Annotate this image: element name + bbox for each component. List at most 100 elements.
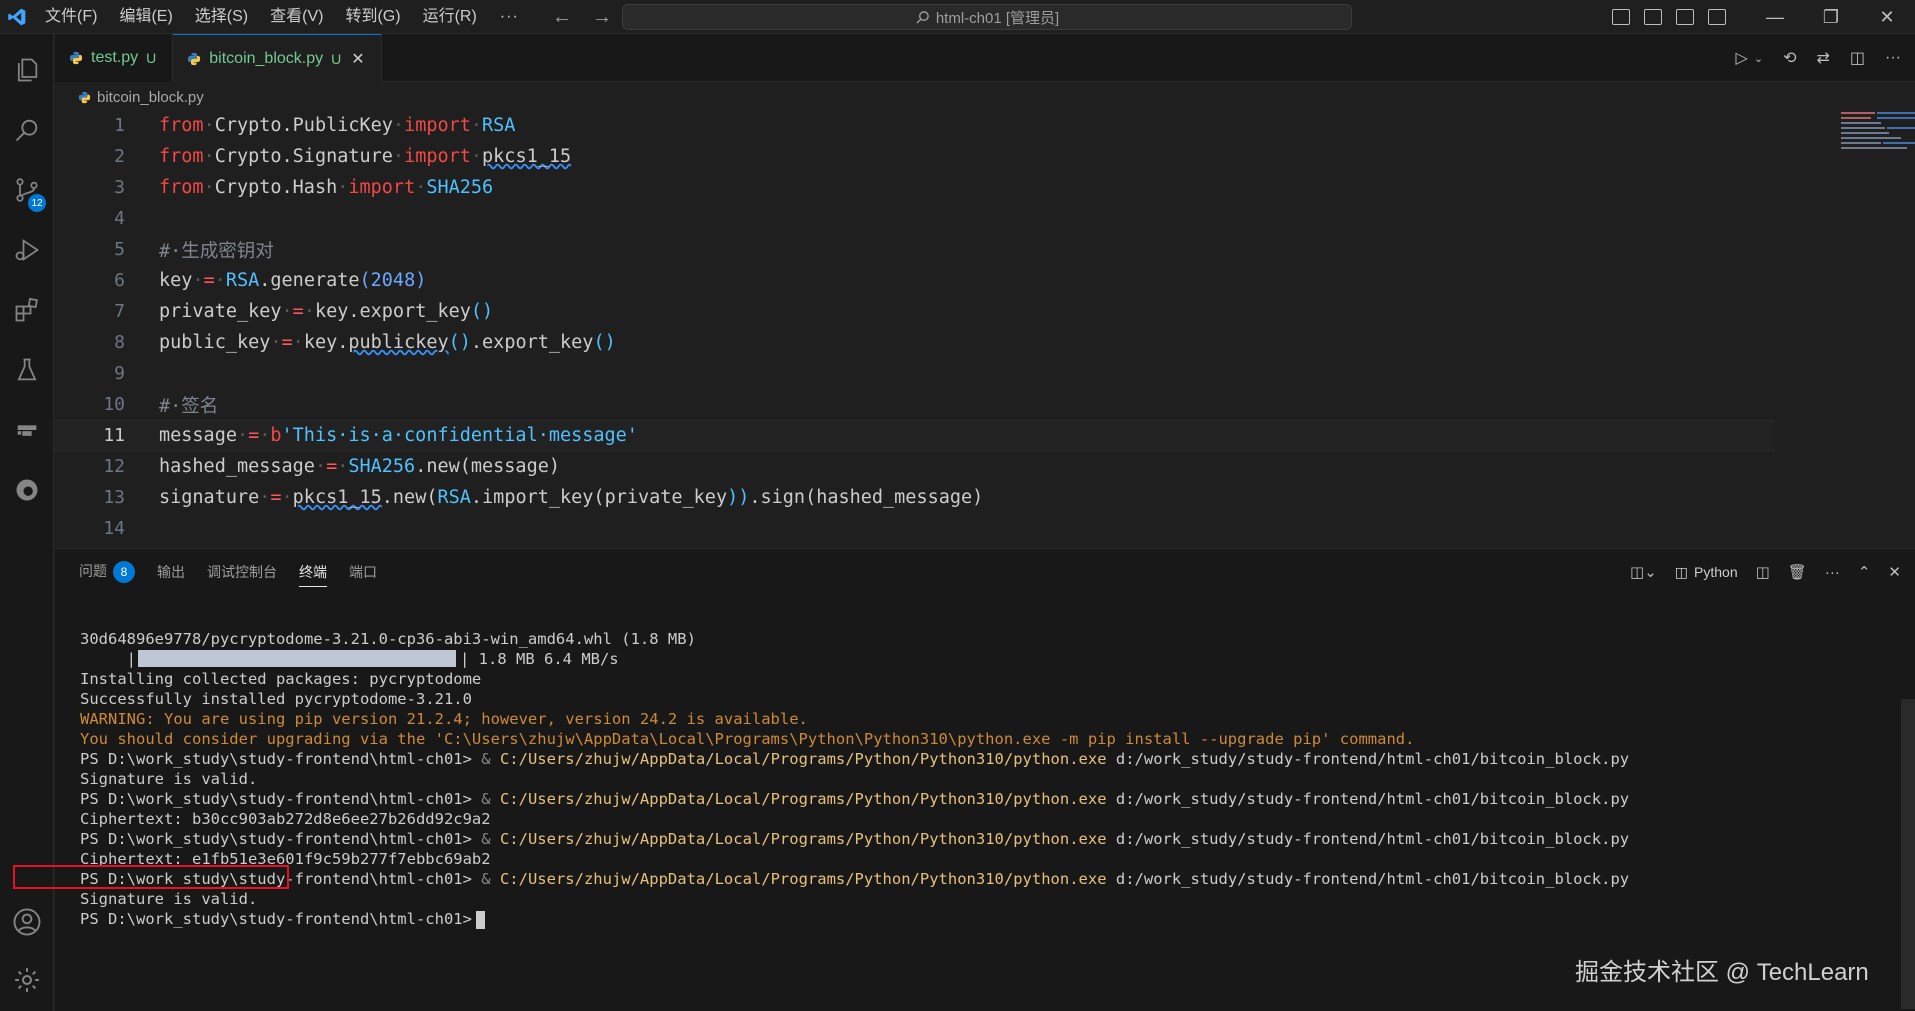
bottom-panel: 问题 8 输出 调试控制台 终端 端口 ◫⌄ ◫ Python ◫ 🗑 ··· ⌃ … xyxy=(55,548,1915,1011)
terminal-cursor xyxy=(475,910,485,929)
download-progress-bar xyxy=(138,649,456,667)
terminal-line: Ciphertext: e1fb51e3e601f9c59b277f7ebbc6… xyxy=(80,850,491,868)
search-icon xyxy=(916,10,929,24)
tab-problems[interactable]: 问题 8 xyxy=(79,561,135,583)
maximize-panel-chevron-up-icon[interactable]: ⌃ xyxy=(1858,563,1871,581)
terminal-command-line: PS D:\work_study\study-frontend\html-ch0… xyxy=(80,870,1630,888)
tab-label: 问题 xyxy=(79,563,107,579)
command-center-search[interactable]: html-ch01 [管理员] xyxy=(622,4,1352,30)
customize-layout-icon[interactable] xyxy=(1708,9,1726,25)
toggle-primary-sidebar-icon[interactable] xyxy=(1612,9,1630,25)
line-number: 14 xyxy=(103,518,125,539)
kill-terminal-trash-icon[interactable]: 🗑 xyxy=(1788,563,1807,581)
code-line: 2 from·Crypto.Signature·import·pkcs1_15 xyxy=(55,141,1775,172)
code-editor[interactable]: 1 from·Crypto.PublicKey·import·RSA 2 from·… xyxy=(55,110,1915,546)
extensions-icon[interactable] xyxy=(0,284,54,336)
terminal-output[interactable]: 30d64896e9778/pycryptodome-3.21.0-cp36-a… xyxy=(80,609,1900,969)
menu-more-button[interactable]: ··· xyxy=(488,8,531,26)
menu-run[interactable]: 运行(R) xyxy=(412,0,488,34)
timeline-history-icon[interactable]: ⟲ xyxy=(1783,48,1796,68)
run-dropdown-chevron-icon[interactable]: ⌄ xyxy=(1754,52,1763,65)
toggle-secondary-sidebar-icon[interactable] xyxy=(1676,9,1694,25)
terminal-line: | | 1.8 MB 6.4 MB/s xyxy=(80,649,619,668)
run-python-file-icon[interactable]: ▷ xyxy=(1736,48,1748,68)
source-control-badge: 12 xyxy=(28,194,46,212)
terminal-line-highlighted: Signature is valid. xyxy=(80,890,258,908)
code-line: 3 from·Crypto.Hash·import·SHA256 xyxy=(55,172,1775,203)
source-control-icon[interactable]: 12 xyxy=(0,164,54,216)
search-icon[interactable] xyxy=(0,104,54,156)
code-line: 8 public_key·=·key.publickey().export_key… xyxy=(55,327,1775,358)
terminal-warning-line: You should consider upgrading via the 'C… xyxy=(80,730,1415,748)
tab-label: bitcoin_block.py xyxy=(209,50,324,67)
more-actions-icon[interactable]: ··· xyxy=(1825,564,1840,581)
terminal-panel-icon: ◫ xyxy=(1674,563,1689,580)
line-number: 12 xyxy=(103,456,125,477)
split-terminal-icon[interactable]: ◫ xyxy=(1756,563,1770,581)
testing-flask-icon[interactable] xyxy=(0,344,54,396)
menu-bar: 文件(F) 编辑(E) 选择(S) 查看(V) 转到(G) 运行(R) ··· xyxy=(34,0,531,34)
line-number: 7 xyxy=(114,301,125,322)
menu-file[interactable]: 文件(F) xyxy=(34,0,108,34)
terminal-warning-line: WARNING: You are using pip version 21.2.… xyxy=(80,710,808,728)
panel-tab-list: 问题 8 输出 调试控制台 终端 端口 xyxy=(79,549,377,595)
editor-tab-bar: test.py U bitcoin_block.py U ✕ ▷ ⌄ ⟲ ⇄ ◫… xyxy=(55,34,1915,83)
untracked-status: U xyxy=(331,51,342,67)
minimap[interactable] xyxy=(1841,110,1915,170)
run-debug-icon[interactable] xyxy=(0,224,54,276)
code-line: 4 xyxy=(55,203,1775,234)
menu-selection[interactable]: 选择(S) xyxy=(184,0,259,34)
menu-view[interactable]: 查看(V) xyxy=(259,0,334,34)
forward-arrow-icon[interactable]: → xyxy=(588,6,616,29)
line-number: 8 xyxy=(114,332,125,353)
new-terminal-split-icon[interactable]: ◫⌄ xyxy=(1630,563,1657,581)
tab-terminal[interactable]: 终端 xyxy=(299,562,327,587)
terminal-line: Ciphertext: b30cc903ab272d8e6ee27b26dd92… xyxy=(80,810,491,828)
terminal-line: Installing collected packages: pycryptod… xyxy=(80,670,482,688)
remote-explorer-icon[interactable] xyxy=(0,404,54,456)
tab-output[interactable]: 输出 xyxy=(157,562,185,582)
untracked-status: U xyxy=(146,50,157,66)
menu-edit[interactable]: 编辑(E) xyxy=(108,0,183,34)
breadcrumb-file[interactable]: bitcoin_block.py xyxy=(97,89,204,106)
tab-test-py[interactable]: test.py U xyxy=(55,34,174,82)
title-bar: 文件(F) 编辑(E) 选择(S) 查看(V) 转到(G) 运行(R) ··· … xyxy=(0,0,1915,34)
accounts-icon[interactable] xyxy=(0,896,54,948)
highlight-annotation-box xyxy=(13,865,289,889)
menu-go[interactable]: 转到(G) xyxy=(334,0,411,34)
command-center-label: html-ch01 [管理员] xyxy=(935,9,1060,27)
back-arrow-icon[interactable]: ← xyxy=(548,6,576,29)
terminal-profile[interactable]: ◫ Python xyxy=(1675,564,1738,581)
settings-gear-icon[interactable] xyxy=(0,954,54,1006)
line-number: 3 xyxy=(114,177,125,198)
terminal-line: Signature is valid. xyxy=(80,770,258,788)
toggle-panel-icon[interactable] xyxy=(1644,9,1662,25)
terminal-scrollbar[interactable] xyxy=(1901,699,1915,1009)
more-actions-icon[interactable]: ··· xyxy=(1885,49,1901,67)
code-line: 6 key·=·RSA.generate(2048) xyxy=(55,265,1775,296)
line-number: 11 xyxy=(103,425,125,446)
code-line-current: 11 message·=·b'This·is·a·confidential·mes… xyxy=(55,420,1775,451)
split-editor-icon[interactable]: ◫ xyxy=(1850,48,1865,68)
line-number: 5 xyxy=(114,239,125,260)
close-tab-icon[interactable]: ✕ xyxy=(351,49,364,69)
terminal-line: 30d64896e9778/pycryptodome-3.21.0-cp36-a… xyxy=(80,630,696,648)
line-number: 4 xyxy=(114,208,125,229)
tab-bitcoin-block-py[interactable]: bitcoin_block.py U ✕ xyxy=(173,34,382,83)
code-line: 5 #·生成密钥对 xyxy=(55,234,1775,265)
layout-controls xyxy=(1612,0,1726,34)
tab-debug-console[interactable]: 调试控制台 xyxy=(207,562,277,582)
tab-ports[interactable]: 端口 xyxy=(349,562,377,582)
code-line: 13 signature·=·pkcs1_15.new(RSA.import_ke… xyxy=(55,482,1775,513)
compare-changes-icon[interactable]: ⇄ xyxy=(1816,48,1829,68)
code-line: 1 from·Crypto.PublicKey·import·RSA xyxy=(55,110,1775,141)
python-file-icon xyxy=(78,91,91,103)
close-window-icon[interactable]: ✕ xyxy=(1859,0,1915,34)
restore-icon[interactable]: ❐ xyxy=(1803,0,1859,34)
edge-devtools-icon[interactable] xyxy=(0,464,54,516)
line-number: 1 xyxy=(114,115,125,136)
close-panel-icon[interactable]: ✕ xyxy=(1888,563,1901,581)
minimize-icon[interactable]: — xyxy=(1747,0,1803,34)
terminal-command-line: PS D:\work_study\study-frontend\html-ch0… xyxy=(80,790,1630,808)
explorer-icon[interactable] xyxy=(0,44,54,96)
